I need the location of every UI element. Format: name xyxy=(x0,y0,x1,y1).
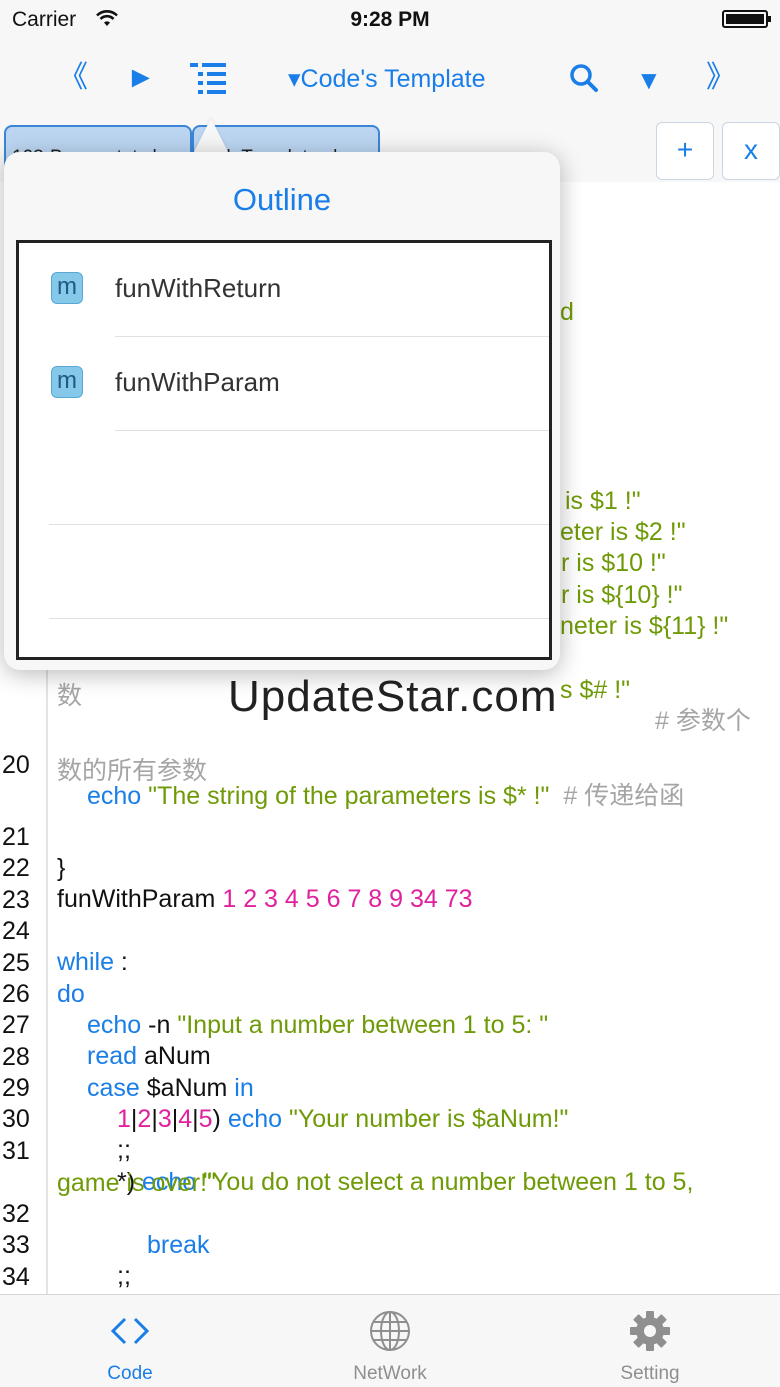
globe-icon xyxy=(370,1311,410,1351)
battery-icon xyxy=(722,10,771,28)
outline-popover: Outline m funWithReturn m funWithParam xyxy=(4,152,560,670)
bottom-tab-bar: Code NetWork Setting xyxy=(0,1294,780,1387)
tab-label: NetWork xyxy=(353,1363,427,1384)
tab-label: Setting xyxy=(620,1363,680,1384)
next-button[interactable]: 》 xyxy=(706,58,736,98)
close-tab-button[interactable]: x xyxy=(722,122,780,180)
outline-list-icon[interactable] xyxy=(188,60,228,98)
find-next-button[interactable]: ▼ xyxy=(636,60,662,100)
outline-item[interactable]: m funWithParam xyxy=(19,337,549,431)
outline-item-label: funWithParam xyxy=(115,367,280,397)
tab-network[interactable]: NetWork xyxy=(310,1295,470,1387)
method-icon: m xyxy=(51,272,83,304)
line-number: 20 xyxy=(2,751,30,779)
method-icon: m xyxy=(51,366,83,398)
outline-item-label: funWithReturn xyxy=(115,273,282,303)
tab-code[interactable]: Code xyxy=(50,1295,210,1387)
toolbar: 《 ► ▾Code's Template ▼ 》 xyxy=(0,40,780,120)
outline-empty-row xyxy=(19,525,549,619)
popover-title: Outline xyxy=(232,182,332,217)
code-template-dropdown[interactable]: ▾Code's Template xyxy=(288,62,486,96)
add-tab-button[interactable]: + xyxy=(656,122,714,180)
outline-empty-row xyxy=(19,431,549,525)
outline-list: m funWithReturn m funWithParam xyxy=(16,240,552,660)
outline-item[interactable]: m funWithReturn xyxy=(19,243,549,337)
popover-arrow xyxy=(193,118,229,154)
clock: 9:28 PM xyxy=(350,8,430,31)
divider xyxy=(49,618,549,619)
search-icon[interactable] xyxy=(568,62,600,94)
previous-button[interactable]: 《 xyxy=(58,58,88,98)
code-line: 35 done xyxy=(0,1262,780,1294)
code-icon xyxy=(110,1317,150,1345)
run-button[interactable]: ► xyxy=(126,58,156,98)
status-bar: Carrier 9:28 PM xyxy=(0,0,780,40)
tab-label: Code xyxy=(107,1363,153,1384)
gear-icon xyxy=(630,1311,670,1351)
tab-setting[interactable]: Setting xyxy=(570,1295,730,1387)
watermark: UpdateStar.com xyxy=(228,672,558,721)
